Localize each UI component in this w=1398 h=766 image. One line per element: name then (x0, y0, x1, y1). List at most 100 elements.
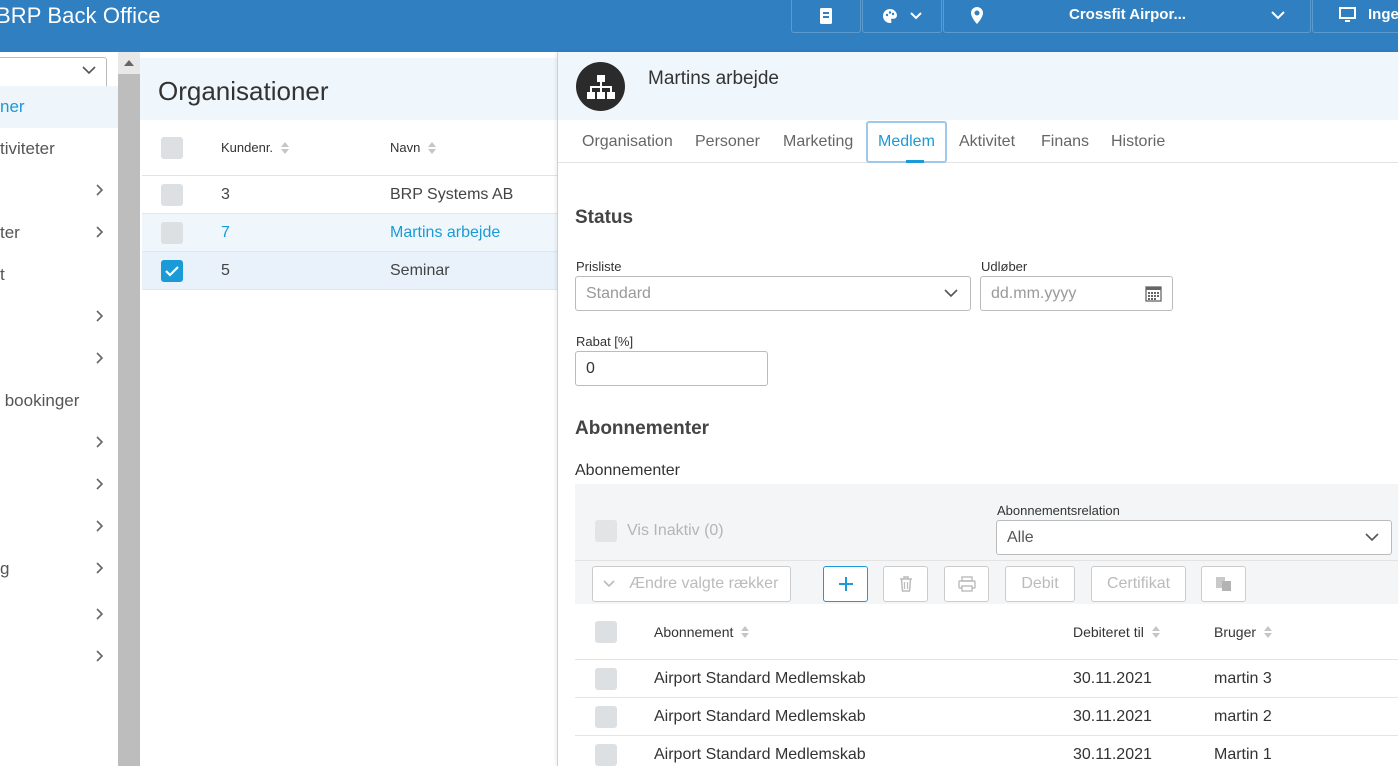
column-navn[interactable]: Navn (390, 120, 437, 175)
sidebar-item[interactable]: tiviteter (0, 128, 118, 170)
relation-value: Alle (1007, 528, 1034, 546)
row-checkbox[interactable] (595, 705, 617, 728)
palette-menu-button[interactable] (862, 0, 942, 33)
tab-aktivitet[interactable]: Aktivitet (959, 120, 1015, 163)
table-row[interactable]: Airport Standard Medlemskab 30.11.2021 mar… (575, 660, 1398, 698)
chevron-right-icon (96, 226, 104, 238)
tab-finans[interactable]: Finans (1041, 120, 1089, 163)
row-navn[interactable]: Seminar (390, 252, 450, 289)
relation-select[interactable]: Alle (996, 520, 1392, 555)
certifikat-button[interactable]: Certifikat (1091, 566, 1186, 602)
column-kundenr[interactable]: Kundenr. (221, 120, 290, 175)
map-pin-icon (971, 7, 983, 24)
chevron-right-icon (96, 478, 104, 490)
table-row[interactable]: 5 Seminar (142, 252, 557, 290)
checkmark-icon (165, 265, 179, 277)
sidebar-item[interactable] (0, 338, 118, 380)
tab-organisation[interactable]: Organisation (582, 120, 673, 163)
copy-icon (1215, 577, 1231, 591)
column-label: Kundenr. (221, 140, 274, 155)
print-button[interactable] (944, 566, 989, 602)
tab-historie[interactable]: Historie (1111, 120, 1165, 163)
sidebar-item-label: tiviteter (0, 139, 55, 158)
list-header: Organisationer (140, 58, 557, 120)
trash-icon (899, 576, 912, 592)
relation-label: Abonnementsrelation (997, 503, 1120, 518)
sidebar-item-label: bookinger (0, 391, 80, 410)
row-checkbox[interactable] (161, 183, 183, 206)
tab-marketing[interactable]: Marketing (783, 120, 853, 163)
delete-button[interactable] (883, 566, 928, 602)
row-checkbox[interactable] (161, 259, 183, 282)
column-label: Debiteret til (1073, 623, 1144, 640)
prisliste-select[interactable]: Standard (575, 276, 971, 311)
column-abonnement[interactable]: Abonnement (654, 604, 750, 659)
table-row[interactable]: 7 Martins arbejde (142, 214, 557, 252)
chevron-down-icon (1365, 533, 1379, 542)
row-navn[interactable]: BRP Systems AB (390, 176, 513, 213)
sidebar-item[interactable]: t (0, 254, 118, 296)
chevron-down-icon (910, 12, 922, 20)
sidebar-item[interactable] (0, 464, 118, 506)
row-checkbox[interactable] (595, 743, 617, 766)
tab-personer[interactable]: Personer (695, 120, 760, 163)
location-label: Crossfit Airpor... (1069, 6, 1186, 23)
chevron-right-icon (96, 520, 104, 532)
location-select[interactable]: Crossfit Airpor... (943, 0, 1311, 33)
sidebar-item[interactable] (0, 594, 118, 636)
scroll-up-button[interactable] (118, 52, 140, 74)
table-row[interactable]: 3 BRP Systems AB (142, 176, 557, 214)
user-label: Inge (1368, 6, 1398, 23)
chevron-down-icon (1271, 11, 1285, 20)
nav-scrollbar[interactable] (118, 52, 140, 766)
abonnementer-sub-label: Abonnementer (575, 462, 680, 479)
chevron-right-icon (96, 436, 104, 448)
row-navn[interactable]: Martins arbejde (390, 214, 500, 251)
table-row[interactable]: Airport Standard Medlemskab 30.11.2021 Mar… (575, 736, 1398, 766)
udlober-label: Udløber (981, 259, 1028, 274)
select-all-checkbox[interactable] (161, 136, 183, 159)
sidebar-item[interactable] (0, 170, 118, 212)
udlober-date-input[interactable]: dd.mm.yyyy (980, 276, 1173, 311)
row-checkbox[interactable] (595, 667, 617, 690)
chevron-right-icon (96, 310, 104, 322)
sidebar-item[interactable] (0, 422, 118, 464)
row-abonnement: Airport Standard Medlemskab (654, 669, 866, 687)
row-checkbox[interactable] (161, 221, 183, 244)
sort-icon (741, 625, 750, 638)
sidebar-item[interactable] (0, 636, 118, 678)
column-bruger[interactable]: Bruger (1214, 604, 1273, 659)
sidebar-item[interactable] (0, 296, 118, 338)
column-debiteret[interactable]: Debiteret til (1073, 604, 1160, 659)
sidebar-item[interactable]: ner (0, 86, 118, 128)
change-rows-button[interactable]: Ændre valgte rækker (592, 566, 791, 602)
printer-icon (957, 576, 976, 592)
tab-medlem[interactable]: Medlem (866, 121, 947, 163)
vis-inaktiv-toggle[interactable]: Vis Inaktiv (0) (595, 520, 724, 542)
rabat-label: Rabat [%] (576, 334, 634, 349)
rabat-input[interactable]: 0 (575, 351, 768, 386)
user-menu-button[interactable]: Inge (1312, 0, 1398, 33)
chevron-down-icon (944, 289, 958, 298)
copy-button[interactable] (1201, 566, 1246, 602)
sort-icon (1264, 625, 1273, 638)
abonnementer-section-title: Abonnementer (575, 418, 710, 439)
row-debiteret: 30.11.2021 (1073, 745, 1152, 763)
page-title: Organisationer (158, 76, 329, 106)
sidebar-item[interactable]: g (0, 548, 118, 590)
table-row[interactable]: Airport Standard Medlemskab 30.11.2021 mar… (575, 698, 1398, 736)
select-all-checkbox[interactable] (595, 620, 617, 643)
add-button[interactable] (823, 566, 868, 602)
notebook-button[interactable] (791, 0, 861, 33)
debit-button[interactable]: Debit (1005, 566, 1075, 602)
organisation-detail-panel: Martins arbejde Organisation Personer Ma… (558, 52, 1398, 766)
sort-icon (428, 141, 437, 154)
calendar-icon[interactable] (1145, 285, 1162, 302)
vis-inaktiv-checkbox[interactable] (595, 520, 617, 542)
sidebar-item[interactable]: ter (0, 212, 118, 254)
row-debiteret: 30.11.2021 (1073, 707, 1152, 725)
sidebar-item[interactable] (0, 506, 118, 548)
sidebar-item-label: t (0, 265, 5, 284)
sidebar-item[interactable]: bookinger (0, 380, 118, 422)
palette-icon (883, 9, 897, 23)
